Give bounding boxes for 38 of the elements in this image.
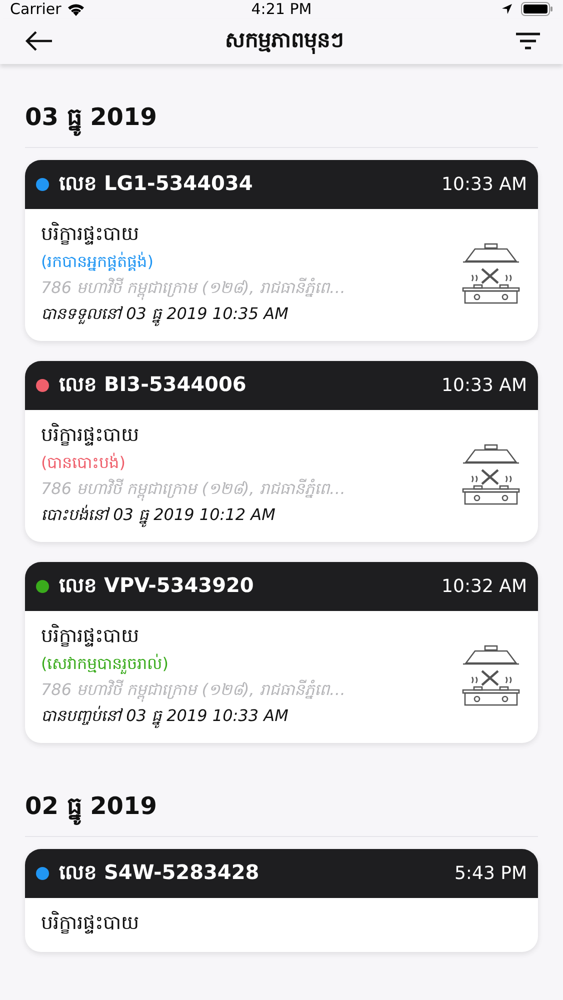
- order-card[interactable]: លេខ BI3-5344006 10:33 AM បរិក្ខារផ្ទះបាយ (បានបោះបង់) 786 មហាវិថី កម្ពុជាក្រោម (១២៨), រាជធានីភ្នំពេ… បោះបង់នៅ 03 ធ្នូ 2019 10:12 AM: [25, 361, 538, 542]
- screen-title: សកម្មភាពមុនៗ: [225, 26, 344, 56]
- event-time: បានបញ្ចប់នៅ 03 ធ្នូ 2019 10:33 AM: [41, 705, 452, 729]
- order-card[interactable]: លេខ LG1-5344034 10:33 AM បរិក្ខារផ្ទះបាយ (រកបានអ្នកផ្គត់ផ្គង់) 786 មហាវិថី កម្ពុជាក្រោម (១២៨), រាជធានីភ្នំពេ… បានទទួលនៅ 03 ធ្នូ 2019 10:35 AM: [25, 160, 538, 341]
- order-number: លេខ LG1-5344034: [59, 170, 254, 196]
- order-number: លេខ S4W-5283428: [59, 858, 260, 886]
- order-time: 5:43 PM: [454, 863, 527, 884]
- wifi-icon: [67, 2, 86, 16]
- order-address: 786 មហាវិថី កម្ពុជាក្រោម (១២៨), រាជធានីភ្នំពេ…: [41, 679, 452, 703]
- order-status: (សេវាកម្មបានរួចរាល់): [41, 653, 170, 676]
- date-heading: 03 ធ្នូ 2019: [25, 102, 538, 147]
- event-time: បានទទួលនៅ 03 ធ្នូ 2019 10:35 AM: [41, 303, 452, 327]
- service-name: បរិក្ខារផ្ទះបាយ: [41, 623, 140, 649]
- location-arrow-icon: [501, 3, 513, 16]
- order-time: 10:33 AM: [442, 174, 527, 195]
- service-name: បរិក្ខារផ្ទះបាយ: [41, 910, 140, 936]
- kitchen-appliance-icon: [462, 243, 520, 305]
- date-heading: 02 ធ្នូ 2019: [25, 791, 538, 836]
- back-button[interactable]: [24, 30, 54, 52]
- order-status: (រកបានអ្នកផ្គត់ផ្គង់): [41, 251, 154, 273]
- kitchen-appliance-icon: [462, 645, 520, 707]
- order-address: 786 មហាវិថី កម្ពុជាក្រោម (១២៨), រាជធានីភ្នំពេ…: [41, 478, 452, 502]
- order-number: លេខ VPV-5343920: [59, 572, 255, 598]
- order-number: លេខ BI3-5344006: [59, 370, 248, 398]
- order-status: (បានបោះបង់): [41, 452, 126, 474]
- service-name: បរិក្ខារផ្ទះបាយ: [41, 221, 140, 247]
- order-card[interactable]: លេខ S4W-5283428 5:43 PM បរិក្ខារផ្ទះបាយ: [25, 849, 538, 952]
- battery-icon: [521, 2, 553, 16]
- order-card[interactable]: លេខ VPV-5343920 10:32 AM បរិក្ខារផ្ទះបាយ (សេវាកម្មបានរួចរាល់) 786 មហាវិថី កម្ពុជាក្រោម (១២៨), រាជធានីភ្នំពេ… បានបញ្ចប់នៅ 03 ធ្នូ 2019 10:33 AM: [25, 562, 538, 743]
- event-time: បោះបង់នៅ 03 ធ្នូ 2019 10:12 AM: [41, 504, 452, 528]
- kitchen-appliance-icon: [462, 444, 520, 506]
- service-name: បរិក្ខារផ្ទះបាយ: [41, 422, 140, 448]
- carrier-label: Carrier: [10, 0, 62, 18]
- order-time: 10:33 AM: [442, 375, 527, 396]
- filter-button[interactable]: [515, 31, 541, 52]
- clock-time: 4:21 PM: [251, 0, 312, 18]
- order-address: 786 មហាវិថី កម្ពុជាក្រោម (១២៨), រាជធានីភ្នំពេ…: [41, 277, 452, 301]
- order-time: 10:32 AM: [442, 576, 527, 597]
